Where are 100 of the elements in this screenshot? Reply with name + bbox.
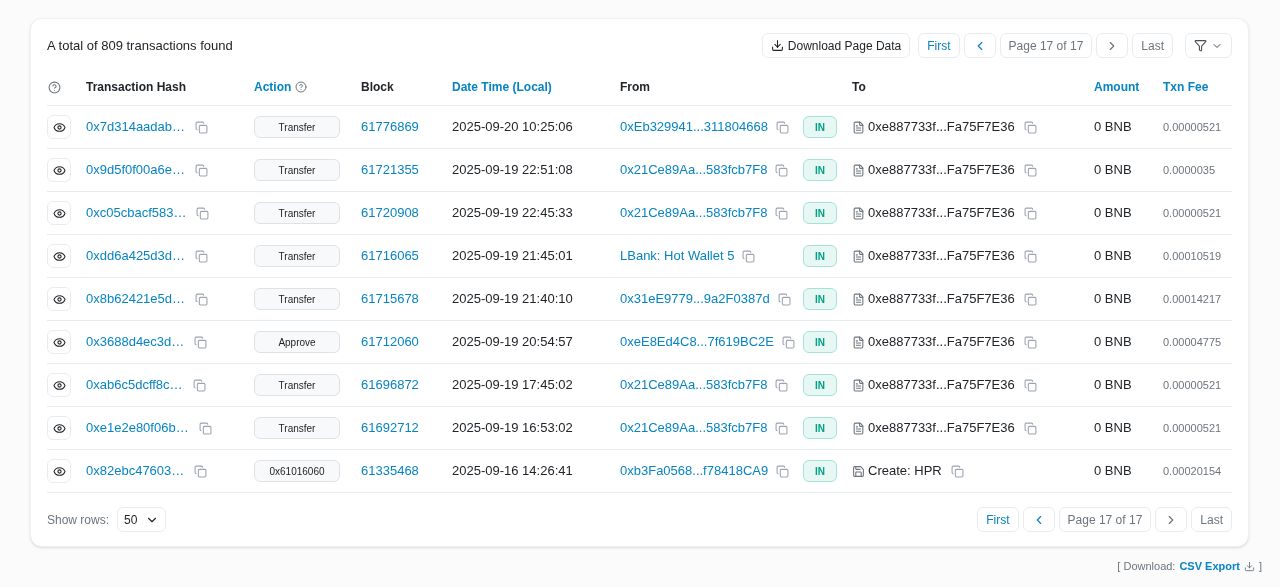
copy-icon[interactable] (195, 163, 209, 177)
amount: 0 BNB (1094, 161, 1133, 180)
date-time: 2025-09-19 21:45:01 (452, 247, 573, 266)
copy-icon[interactable] (195, 249, 209, 263)
column-header[interactable]: Amount (1094, 78, 1140, 96)
copy-icon[interactable] (1023, 378, 1037, 392)
view-details-button[interactable] (47, 158, 71, 182)
column-header[interactable]: Action (254, 78, 292, 96)
filter-button[interactable] (1185, 33, 1232, 58)
previous-page-button[interactable] (1022, 507, 1055, 532)
from-address-link[interactable]: 0xEb329941...311804668 (620, 117, 768, 137)
transaction-hash-link[interactable]: 0x7d314aadab… (86, 117, 186, 137)
transaction-fee: 0.00014217 (1163, 291, 1223, 307)
from-address-link[interactable]: 0x21Ce89Aa...583fcb7F8 (620, 375, 768, 395)
first-page-button[interactable]: First (977, 507, 1019, 532)
previous-page-button[interactable] (963, 33, 996, 58)
action-badge: Transfer (254, 116, 340, 138)
view-details-button[interactable] (47, 330, 71, 354)
transaction-hash-link[interactable]: 0xdd6a425d3d… (86, 246, 186, 266)
from-address-link[interactable]: 0x21Ce89Aa...583fcb7F8 (620, 418, 768, 438)
block-link[interactable]: 61720908 (361, 203, 419, 223)
copy-icon[interactable] (1023, 335, 1037, 349)
download-icon (770, 39, 784, 52)
transaction-fee: 0.00000521 (1163, 377, 1223, 393)
copy-icon[interactable] (196, 206, 210, 220)
amount: 0 BNB (1094, 247, 1133, 266)
copy-icon[interactable] (775, 206, 789, 220)
transaction-hash-link[interactable]: 0x82ebc47603… (86, 461, 185, 481)
copy-icon[interactable] (1023, 163, 1037, 177)
download-page-data-button[interactable]: Download Page Data (761, 33, 911, 58)
view-details-button[interactable] (47, 287, 71, 311)
block-link[interactable]: 61716065 (361, 246, 419, 266)
copy-icon[interactable] (1023, 120, 1037, 134)
copy-icon[interactable] (1023, 206, 1037, 220)
copy-icon[interactable] (742, 249, 756, 263)
download-icon[interactable] (1243, 560, 1255, 572)
block-link[interactable]: 61721355 (361, 160, 419, 180)
transaction-hash-link[interactable]: 0xc05cbacf583… (86, 203, 187, 223)
date-time: 2025-09-19 20:54:57 (452, 333, 573, 352)
column-header[interactable]: Txn Fee (1163, 78, 1209, 96)
from-address-link[interactable]: 0x31eE9779...9a2F0387d (620, 289, 770, 309)
block-link[interactable]: 61696872 (361, 375, 419, 395)
direction-badge: IN (803, 417, 837, 439)
view-details-button[interactable] (47, 115, 71, 139)
transaction-hash-link[interactable]: 0x8b62421e5d… (86, 289, 186, 309)
eye-icon (52, 206, 66, 220)
rows-per-page-select[interactable]: 50 (117, 507, 167, 532)
copy-icon[interactable] (1023, 249, 1037, 263)
copy-icon[interactable] (192, 378, 206, 392)
copy-icon[interactable] (775, 378, 789, 392)
amount: 0 BNB (1094, 376, 1133, 395)
block-link[interactable]: 61712060 (361, 332, 419, 352)
help-icon[interactable] (48, 80, 61, 94)
view-details-button[interactable] (47, 416, 71, 440)
copy-icon[interactable] (781, 335, 795, 349)
csv-export-link[interactable]: CSV Export (1179, 558, 1240, 575)
from-address-link[interactable]: 0xeE8Ed4C8...7f619BC2E (620, 332, 774, 352)
view-details-button[interactable] (47, 459, 71, 483)
copy-icon[interactable] (775, 163, 789, 177)
amount: 0 BNB (1094, 204, 1133, 223)
direction-badge: IN (803, 116, 837, 138)
copy-icon[interactable] (1023, 421, 1037, 435)
transaction-hash-link[interactable]: 0x3688d4ec3d… (86, 332, 185, 352)
column-header[interactable]: Date Time (Local) (452, 78, 552, 96)
block-link[interactable]: 61776869 (361, 117, 419, 137)
filter-icon (1194, 39, 1207, 52)
transactions-summary: A total of 809 transactions found (47, 36, 233, 55)
help-icon[interactable] (295, 81, 308, 93)
copy-icon[interactable] (194, 464, 208, 478)
to-address: 0xe887733f...Fa75F7E36 (868, 118, 1015, 137)
block-link[interactable]: 61692712 (361, 418, 419, 438)
view-details-button[interactable] (47, 244, 71, 268)
copy-icon[interactable] (194, 335, 208, 349)
from-address-link[interactable]: 0xb3Fa0568...f78418CA9 (620, 461, 769, 481)
from-address-link[interactable]: 0x21Ce89Aa...583fcb7F8 (620, 203, 768, 223)
copy-icon[interactable] (195, 120, 209, 134)
transaction-hash-link[interactable]: 0xe1e2e80f06b… (86, 418, 189, 438)
view-details-button[interactable] (47, 201, 71, 225)
copy-icon[interactable] (950, 464, 964, 478)
copy-icon[interactable] (775, 120, 789, 134)
copy-icon[interactable] (776, 464, 790, 478)
direction-badge: IN (803, 245, 837, 267)
transaction-fee: 0.00000521 (1163, 119, 1223, 135)
transaction-hash-link[interactable]: 0xab6c5dcff8c… (86, 375, 183, 395)
date-time: 2025-09-20 10:25:06 (452, 118, 573, 137)
copy-icon[interactable] (198, 421, 212, 435)
block-link[interactable]: 61715678 (361, 289, 419, 309)
from-address-link[interactable]: 0x21Ce89Aa...583fcb7F8 (620, 160, 768, 180)
copy-icon[interactable] (1023, 292, 1037, 306)
to-address: 0xe887733f...Fa75F7E36 (868, 290, 1015, 309)
copy-icon[interactable] (195, 292, 209, 306)
date-time: 2025-09-19 22:51:08 (452, 161, 573, 180)
first-page-button[interactable]: First (918, 33, 960, 58)
view-details-button[interactable] (47, 373, 71, 397)
block-link[interactable]: 61335468 (361, 461, 419, 481)
transaction-fee: 0.00000521 (1163, 420, 1223, 436)
copy-icon[interactable] (775, 421, 789, 435)
copy-icon[interactable] (777, 292, 791, 306)
from-address-link[interactable]: LBank: Hot Wallet 5 (620, 246, 735, 266)
transaction-hash-link[interactable]: 0x9d5f0f00a6e… (86, 160, 186, 180)
